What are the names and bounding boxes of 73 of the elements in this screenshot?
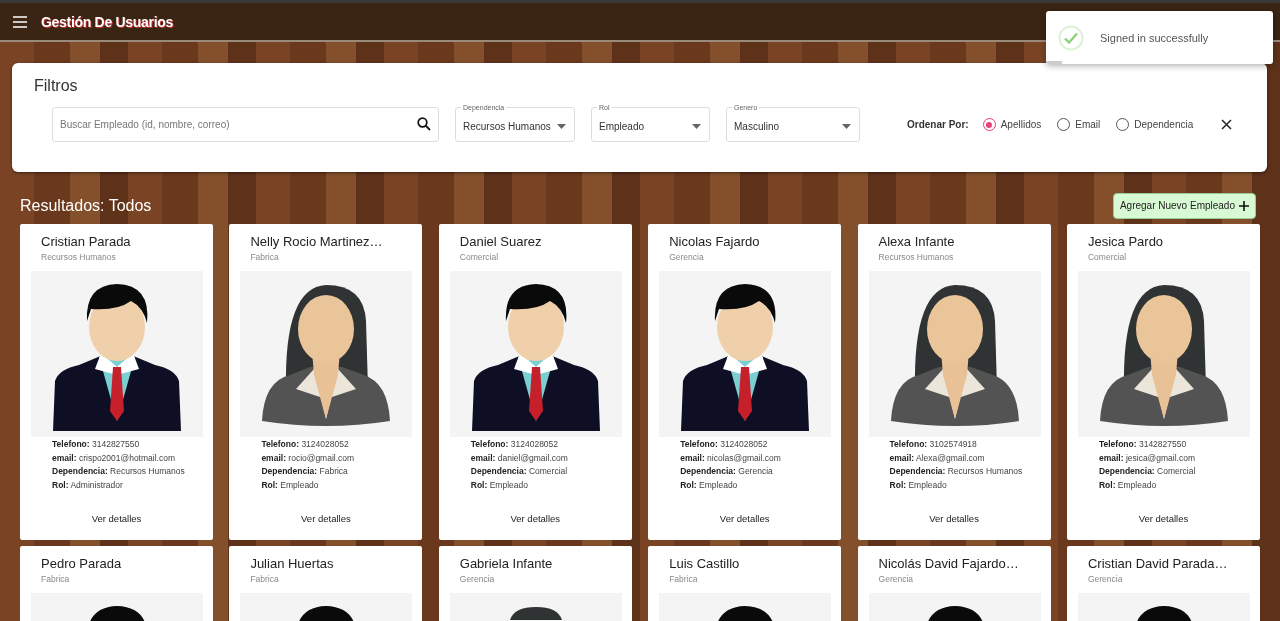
details-button[interactable]: Ver detalles [295, 512, 357, 525]
employee-detail: email: crispo2001@hotmail.com [52, 451, 176, 465]
employee-department: Comercial [459, 252, 500, 262]
employee-name: Jesica Pardo [1087, 234, 1165, 249]
employee-department: Fabrica [41, 574, 71, 584]
employee-name: Luis Castillo [669, 556, 741, 571]
employee-department: Gerencia [459, 574, 496, 584]
employee-name: Cristian David Parada… [1087, 556, 1229, 571]
employee-detail: Dependencia: Gerencia [680, 465, 774, 478]
employee-detail: Rol: Administrador [52, 478, 124, 492]
close-button[interactable] [1221, 119, 1233, 130]
sort-label: Ordenar Por: [907, 119, 969, 130]
employee-detail: email: rocio@gmail.com [261, 451, 356, 465]
search-field[interactable]: Buscar Empleado (id, nombre, correo) [52, 107, 439, 142]
employee-department: Gerencia [878, 574, 915, 584]
employee-detail: Rol: Empleado [261, 478, 320, 492]
sort-radio[interactable]: Apellidos [982, 118, 1042, 131]
employee-detail: Telefono: 3124028052 [470, 438, 560, 451]
employee-detail: Rol: Empleado [1098, 478, 1158, 492]
employee-detail: Telefono: 3124028052 [680, 438, 769, 451]
details-button[interactable]: Ver detalles [1132, 512, 1195, 525]
plus-icon [1239, 200, 1249, 211]
employee-name: Nicolas Fajardo [669, 234, 761, 249]
check-icon [1058, 24, 1084, 51]
employee-detail: email: jesica@gmail.com [1098, 451, 1196, 465]
employee-detail: Rol: Empleado [680, 478, 739, 492]
caret-icon [692, 124, 701, 129]
caret-icon [557, 124, 566, 129]
menu-icon[interactable] [13, 15, 27, 28]
employee-department: Gerencia [669, 252, 705, 262]
details-button[interactable]: Ver detalles [85, 512, 148, 525]
employee-department: Fabrica [250, 252, 280, 262]
employee-department: Recursos Humanos [41, 252, 117, 262]
employee-detail: email: daniel@gmail.com [470, 451, 569, 465]
employee-detail: Rol: Empleado [889, 478, 948, 492]
sort-radio[interactable]: Email [1057, 118, 1101, 131]
search-icon[interactable] [417, 117, 431, 131]
employee-department: Fabrica [250, 574, 280, 584]
employee-detail: email: Alexa@gmail.com [889, 451, 986, 465]
filter-title: Filtros [34, 77, 79, 95]
employee-detail: Dependencia: Recursos Humanos [889, 465, 1024, 478]
employee-detail: Telefono: 3102574918 [889, 438, 978, 451]
employee-department: Fabrica [669, 574, 699, 584]
details-button[interactable]: Ver detalles [713, 512, 776, 525]
employee-detail: email: nicolas@gmail.com [680, 451, 782, 465]
employee-name: Nelly Rocio Martinez… [250, 234, 384, 249]
employee-detail: Dependencia: Comercial [1098, 465, 1197, 478]
employee-detail: Rol: Empleado [470, 478, 529, 492]
toast-message: Signed in successfully [1100, 31, 1209, 44]
employee-name: Nicolás David Fajardo… [878, 556, 1020, 571]
employee-name: Pedro Parada [41, 556, 123, 571]
employee-department: Gerencia [1087, 574, 1124, 584]
results-title: Resultados: Todos [20, 196, 152, 215]
details-button[interactable]: Ver detalles [504, 512, 567, 525]
employee-department: Recursos Humanos [878, 252, 955, 262]
employee-name: Gabriela Infante [459, 556, 554, 571]
woman-silhouette-drawing [509, 607, 562, 620]
employee-name: Julian Huertas [250, 556, 335, 571]
employee-name: Alexa Infante [878, 234, 956, 249]
employee-detail: Telefono: 3142827550 [52, 438, 141, 451]
employee-detail: Dependencia: Fabrica [261, 465, 349, 478]
add-employee-button[interactable]: Agregar Nuevo Empleado [1112, 192, 1256, 219]
app-title: Gestión De Usuarios [41, 13, 173, 30]
employee-department: Comercial [1087, 252, 1128, 262]
employee-detail: Telefono: 3142827550 [1098, 438, 1188, 451]
employee-detail: Telefono: 3124028052 [261, 438, 350, 451]
employee-detail: Dependencia: Recursos Humanos [52, 465, 186, 478]
employee-name: Daniel Suarez [459, 234, 543, 249]
caret-icon [842, 124, 851, 129]
employee-name: Cristian Parada [41, 234, 132, 249]
details-button[interactable]: Ver detalles [923, 512, 985, 525]
sort-radio[interactable]: Dependencia [1116, 118, 1194, 131]
employee-detail: Dependencia: Comercial [470, 465, 569, 478]
